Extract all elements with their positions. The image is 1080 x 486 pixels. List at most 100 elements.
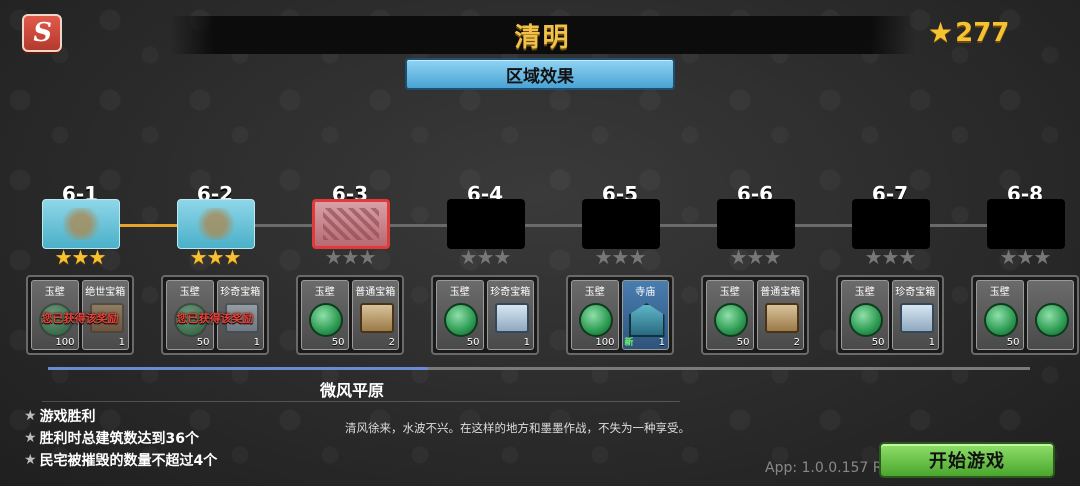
- level-stars: ★★★: [699, 245, 811, 269]
- level-connector: [795, 224, 852, 227]
- reward-label: 普通宝箱: [355, 287, 396, 298]
- objective-item: ★ 胜利时总建筑数达到36个: [24, 427, 217, 449]
- level-stars: ★★★: [159, 245, 271, 269]
- star-icon: ★: [206, 245, 225, 269]
- level-stars: ★★★: [834, 245, 946, 269]
- reward-item[interactable]: [1026, 280, 1074, 350]
- level-thumbnail[interactable]: [717, 199, 795, 249]
- star-icon: ★: [1016, 245, 1035, 269]
- reward-label: 玉壁: [719, 287, 740, 298]
- level-connector: [390, 224, 447, 227]
- back-button[interactable]: S: [22, 14, 62, 52]
- reward-item[interactable]: 寺庙新 1: [621, 280, 669, 350]
- star-icon: ★: [88, 245, 106, 269]
- temple-icon: [628, 303, 665, 337]
- jade-wall-icon: [984, 303, 1018, 337]
- reward-item[interactable]: 玉壁 50: [301, 280, 349, 350]
- objective-text: 民宅被摧毁的数量不超过4个: [39, 453, 218, 469]
- star-icon: ★: [476, 245, 495, 269]
- level-thumbnail[interactable]: [582, 199, 660, 249]
- reward-item[interactable]: 玉壁 50: [436, 280, 484, 350]
- page-title: 清明: [514, 22, 571, 53]
- star-icon: ★: [999, 245, 1018, 269]
- jade-wall-icon: [444, 303, 478, 337]
- level-connector: [120, 224, 177, 227]
- stars-total-count: 277: [955, 18, 1010, 48]
- star-icon: ★: [898, 245, 916, 269]
- start-game-label: 开始游戏: [929, 451, 1005, 472]
- star-icon: ★: [746, 245, 765, 269]
- level-rewards: 玉壁 100 绝世宝箱 1 您已获得该奖励: [26, 275, 134, 355]
- region-progress-fill: [48, 367, 428, 370]
- level-stars: ★★★: [24, 245, 136, 269]
- reward-count: 1: [928, 337, 935, 348]
- level-rewards: 玉壁 50 珍奇宝箱 1: [431, 275, 539, 355]
- rare-chest-icon: [494, 303, 529, 333]
- region-name: 微风平原: [320, 381, 385, 400]
- star-icon: ★: [628, 245, 646, 269]
- reward-count: 50: [466, 337, 480, 348]
- reward-count: 50: [871, 337, 885, 348]
- star-icon: ★: [594, 245, 613, 269]
- level-stars: ★★★: [969, 245, 1080, 269]
- star-icon: ★: [24, 452, 37, 468]
- reward-label: 普通宝箱: [760, 287, 801, 298]
- level-connector: [930, 224, 987, 227]
- reward-label: 玉壁: [449, 287, 470, 298]
- star-icon: ★: [729, 245, 748, 269]
- reward-label: 玉壁: [179, 287, 200, 298]
- region-progress-line: [48, 367, 1030, 370]
- common-chest-icon: [359, 303, 394, 333]
- level-connector: [660, 224, 717, 227]
- reward-label: 珍奇宝箱: [895, 287, 936, 298]
- reward-item[interactable]: 珍奇宝箱 1: [891, 280, 939, 350]
- reward-item[interactable]: 普通宝箱 2: [756, 280, 804, 350]
- reward-count: 50: [331, 337, 345, 348]
- star-icon: ★: [611, 245, 630, 269]
- level-thumbnail[interactable]: [447, 199, 525, 249]
- level-thumbnail[interactable]: [42, 199, 120, 249]
- app-version: App: 1.0.0.157 Re: [765, 460, 891, 476]
- jade-wall-icon: [579, 303, 613, 337]
- star-icon: ★: [223, 245, 241, 269]
- star-icon: ★: [1033, 245, 1051, 269]
- jade-wall-icon: [1034, 303, 1069, 337]
- region-description: 清风徐来，水波不兴。在这样的地方和墨墨作战，不失为一种享受。: [345, 421, 690, 435]
- common-chest-icon: [764, 303, 799, 333]
- star-icon: ★: [341, 245, 360, 269]
- reward-item[interactable]: 玉壁 50: [976, 280, 1024, 350]
- level-thumbnail[interactable]: [852, 199, 930, 249]
- level-connector: [255, 224, 312, 227]
- reward-label: 玉壁: [854, 287, 875, 298]
- reward-count: 50: [196, 337, 210, 348]
- level-thumbnail[interactable]: [177, 199, 255, 249]
- level-rewards: 玉壁 50 普通宝箱 2: [296, 275, 404, 355]
- level-stars: ★★★: [294, 245, 406, 269]
- reward-item[interactable]: 玉壁 100: [571, 280, 619, 350]
- new-badge: 新: [624, 338, 634, 348]
- star-icon: ★: [189, 245, 208, 269]
- level-stars: ★★★: [429, 245, 541, 269]
- start-game-button[interactable]: 开始游戏: [879, 442, 1055, 478]
- star-icon: ★: [54, 245, 73, 269]
- star-icon: ★: [324, 245, 343, 269]
- star-icon: ★: [864, 245, 883, 269]
- region-effect-button[interactable]: 区域效果: [405, 58, 675, 90]
- back-icon: S: [29, 18, 55, 48]
- reward-label: 玉壁: [989, 287, 1010, 298]
- objective-item: ★ 游戏胜利: [24, 405, 217, 427]
- reward-item[interactable]: 普通宝箱 2: [351, 280, 399, 350]
- level-rewards: 玉壁 50 珍奇宝箱 1: [836, 275, 944, 355]
- reward-count: 100: [55, 337, 75, 348]
- title-banner: 清明: [170, 16, 915, 54]
- objective-item: ★ 民宅被摧毁的数量不超过4个: [24, 449, 217, 471]
- reward-item[interactable]: 珍奇宝箱 1: [486, 280, 534, 350]
- reward-count: 1: [118, 337, 125, 348]
- reward-item[interactable]: 玉壁 50: [706, 280, 754, 350]
- reward-label: 绝世宝箱: [85, 287, 126, 298]
- reward-item[interactable]: 玉壁 50: [841, 280, 889, 350]
- star-icon: ★: [763, 245, 781, 269]
- level-thumbnail[interactable]: [987, 199, 1065, 249]
- reward-count: 2: [793, 337, 800, 348]
- level-thumbnail[interactable]: [312, 199, 390, 249]
